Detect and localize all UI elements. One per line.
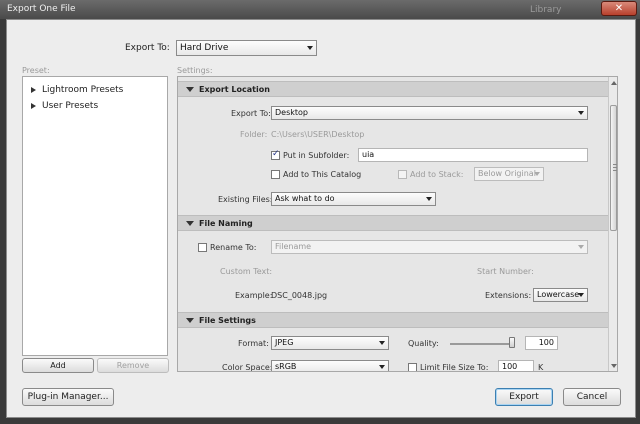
example-label: Example: — [235, 291, 273, 300]
color-space-select[interactable]: sRGB — [271, 360, 389, 371]
rename-to-checkbox[interactable] — [198, 243, 207, 252]
chevron-down-icon — [534, 172, 540, 176]
limit-unit-label: K — [538, 363, 544, 372]
chevron-down-icon — [578, 111, 584, 115]
preset-folder-label: Lightroom Presets — [42, 85, 124, 95]
grip-line — [613, 164, 617, 165]
put-in-subfolder-label: Put in Subfolder: — [283, 151, 350, 160]
folder-path: C:\Users\USER\Desktop — [271, 130, 365, 139]
section-export-location[interactable]: Export Location — [178, 81, 608, 97]
scrollbar-thumb[interactable] — [610, 105, 617, 231]
start-number-label: Start Number: — [477, 267, 534, 276]
preset-folder-user[interactable]: User Presets — [31, 101, 161, 112]
add-to-catalog-checkbox[interactable] — [271, 170, 280, 179]
stack-position-select[interactable]: Below Original — [474, 167, 544, 181]
put-in-subfolder-checkbox[interactable] — [271, 149, 280, 160]
rename-to-label: Rename To: — [210, 243, 257, 252]
export-to-value: Hard Drive — [180, 43, 229, 53]
folder-label: Folder: — [240, 130, 268, 139]
chevron-down-icon — [426, 197, 432, 201]
extensions-label: Extensions: — [485, 291, 532, 300]
existing-files-select[interactable]: Ask what to do — [271, 192, 436, 206]
section-title: Export Location — [199, 85, 270, 94]
location-export-to-select[interactable]: Desktop — [271, 106, 588, 120]
export-to-label: Export To: — [125, 43, 170, 53]
scroll-up-icon[interactable] — [611, 81, 617, 85]
preset-label: Preset: — [22, 66, 50, 75]
stack-position-value: Below Original — [478, 169, 536, 178]
collapse-triangle-icon — [186, 87, 194, 92]
chevron-down-icon — [379, 365, 385, 369]
add-to-stack-label: Add to Stack: — [410, 170, 464, 179]
preset-folder-label: User Presets — [42, 101, 99, 111]
color-space-value: sRGB — [275, 362, 297, 371]
location-export-to-value: Desktop — [275, 108, 308, 117]
cancel-button[interactable]: Cancel — [563, 388, 621, 406]
settings-panel: Export Location Export To: Desktop Folde… — [177, 76, 618, 372]
settings-scrollbar[interactable] — [608, 77, 617, 371]
close-icon[interactable]: ✕ — [601, 1, 637, 16]
chevron-down-icon — [379, 341, 385, 345]
export-to-select[interactable]: Hard Drive — [176, 40, 317, 56]
quality-label: Quality: — [408, 339, 439, 348]
window-title: Export One File — [7, 4, 76, 14]
settings-label: Settings: — [177, 66, 213, 75]
limit-file-size-checkbox[interactable] — [408, 363, 417, 371]
extensions-value: Lowercase — [537, 290, 580, 299]
expand-triangle-icon — [31, 103, 36, 109]
export-button[interactable]: Export — [495, 388, 553, 406]
preset-list: Lightroom Presets User Presets — [22, 76, 168, 356]
collapse-triangle-icon — [186, 221, 194, 226]
background-module-label: Library — [530, 5, 562, 15]
chevron-down-icon — [578, 245, 584, 249]
rename-template-select[interactable]: Filename — [271, 240, 588, 254]
quality-input[interactable]: 100 — [525, 336, 558, 350]
format-value: JPEG — [275, 338, 294, 347]
rename-template-value: Filename — [275, 242, 312, 251]
section-file-settings[interactable]: File Settings — [178, 312, 608, 328]
section-title: File Naming — [199, 219, 253, 228]
format-label: Format: — [238, 339, 269, 348]
limit-file-size-label: Limit File Size To: — [420, 363, 489, 372]
expand-triangle-icon — [31, 87, 36, 93]
chevron-down-icon — [307, 46, 313, 50]
color-space-label: Color Space: — [222, 363, 273, 372]
add-to-stack-checkbox[interactable] — [398, 170, 407, 179]
grip-line — [613, 167, 617, 168]
location-export-to-label: Export To: — [231, 109, 271, 118]
limit-file-size-input[interactable]: 100 — [498, 360, 534, 371]
remove-preset-button[interactable]: Remove — [97, 358, 169, 373]
preset-folder-lightroom[interactable]: Lightroom Presets — [31, 85, 161, 96]
title-bar: Export One File Library ✕ — [0, 0, 640, 19]
existing-files-value: Ask what to do — [275, 194, 335, 203]
existing-files-label: Existing Files: — [218, 195, 273, 204]
quality-slider-thumb[interactable] — [509, 337, 515, 348]
grip-line — [613, 170, 617, 171]
collapse-triangle-icon — [186, 318, 194, 323]
custom-text-label: Custom Text: — [220, 267, 273, 276]
add-to-catalog-label: Add to This Catalog — [283, 170, 362, 179]
subfolder-input[interactable]: uia — [358, 148, 588, 162]
section-title: File Settings — [199, 316, 256, 325]
section-file-naming[interactable]: File Naming — [178, 215, 608, 231]
scroll-down-icon[interactable] — [611, 364, 617, 368]
format-select[interactable]: JPEG — [271, 336, 389, 350]
chevron-down-icon — [578, 293, 584, 297]
quality-slider-track[interactable] — [450, 343, 515, 345]
add-preset-button[interactable]: Add — [22, 358, 94, 373]
plugin-manager-button[interactable]: Plug-in Manager... — [22, 388, 114, 406]
export-dialog: Export To: Hard Drive Preset: Lightroom … — [6, 19, 636, 418]
extensions-select[interactable]: Lowercase — [533, 288, 588, 302]
example-filename: DSC_0048.jpg — [271, 291, 328, 300]
